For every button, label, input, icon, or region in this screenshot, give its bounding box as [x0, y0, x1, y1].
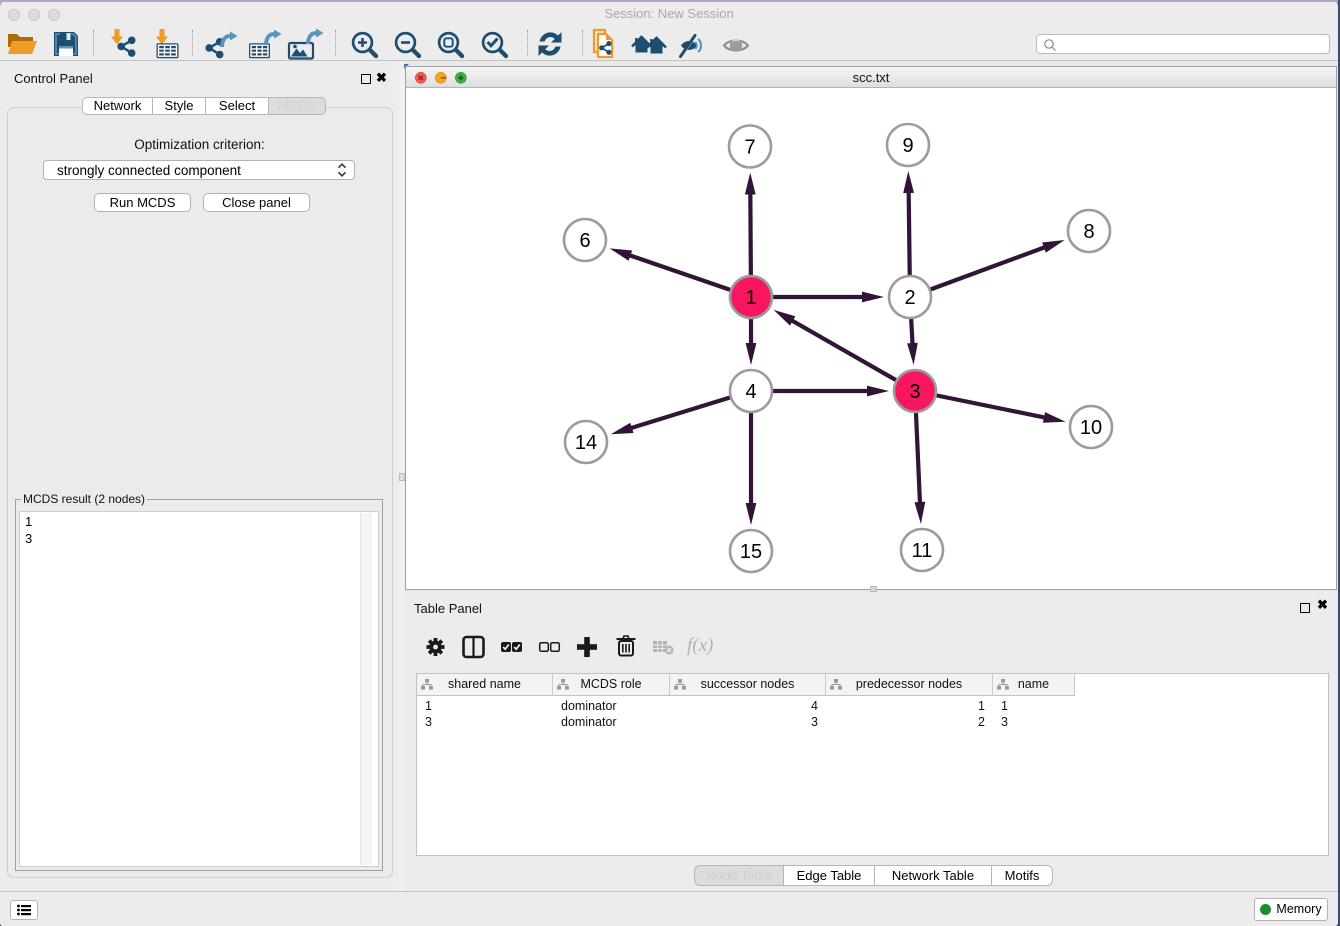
svg-text:3: 3	[909, 381, 920, 403]
svg-text:1: 1	[745, 287, 756, 309]
svg-text:4: 4	[745, 381, 756, 403]
svg-text:8: 8	[1083, 221, 1094, 243]
svg-text:6: 6	[579, 230, 590, 252]
svg-text:7: 7	[744, 137, 755, 159]
svg-text:10: 10	[1080, 417, 1102, 439]
svg-text:2: 2	[904, 287, 915, 309]
svg-text:11: 11	[912, 540, 933, 562]
svg-text:14: 14	[575, 432, 597, 454]
svg-text:15: 15	[740, 541, 762, 563]
svg-text:9: 9	[902, 135, 913, 157]
